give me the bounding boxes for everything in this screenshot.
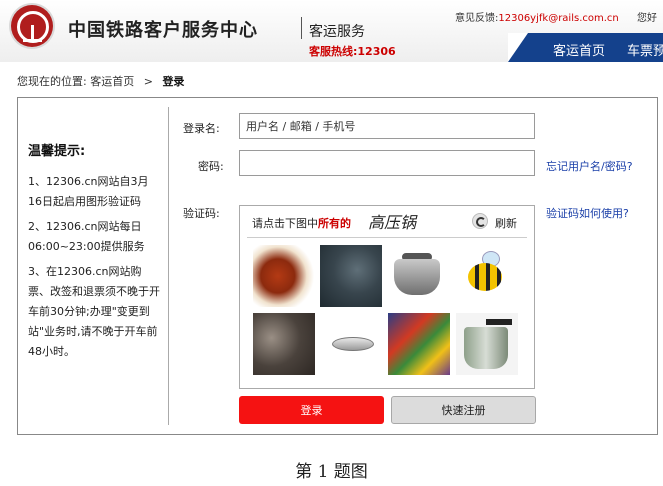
dish-plate-image[interactable] [320, 313, 382, 375]
breadcrumb-separator: > [143, 75, 153, 88]
section-title: 客运服务 [309, 24, 365, 40]
railway-logo-icon[interactable] [11, 5, 53, 47]
breadcrumb-prefix: 您现在的位置: [17, 75, 87, 88]
refresh-icon [472, 213, 488, 229]
captcha-instruction-emphasis: 所有的 [318, 217, 351, 230]
pressure-cooker-image[interactable] [456, 313, 518, 375]
refresh-label: 刷新 [495, 217, 517, 230]
username-label: 登录名: [183, 122, 220, 135]
breadcrumb-link-home[interactable]: 客运首页 [90, 75, 134, 88]
captcha-refresh-button[interactable]: 刷新 [472, 213, 524, 231]
breadcrumb: 您现在的位置: 客运首页 > 登录 [17, 73, 184, 89]
tip-item: 1、12306.cn网站自3月16日起启用图形验证码 [28, 175, 149, 208]
login-button[interactable]: 登录 [239, 396, 384, 424]
nav-item-tickets[interactable]: 车票预 [627, 40, 663, 59]
password-input[interactable] [239, 150, 535, 176]
site-title: 中国铁路客户服务中心 [68, 20, 258, 41]
title-divider [301, 17, 302, 39]
figure-caption: 第 1 题图 [295, 462, 368, 482]
username-input[interactable] [239, 113, 535, 139]
tips-title: 温馨提示: [28, 144, 86, 159]
nav-item-home[interactable]: 客运首页 [553, 40, 605, 59]
password-label: 密码: [198, 160, 224, 173]
dark-texture-image[interactable] [320, 245, 382, 307]
captcha-help-link[interactable]: 验证码如何使用? [546, 205, 629, 221]
feedback-email-link[interactable]: 12306yjfk@rails.com.cn [498, 13, 618, 24]
feedback-label: 意见反馈: [455, 13, 499, 24]
forgot-password-link[interactable]: 忘记用户名/密码? [546, 158, 633, 174]
panel-divider [168, 107, 169, 425]
colorful-paint-image[interactable] [388, 313, 450, 375]
tip-item: 2、12306.cn网站每日06:00~23:00提供服务 [28, 220, 145, 253]
captcha-instruction-prefix: 请点击下图中 [252, 217, 318, 230]
quick-register-button[interactable]: 快速注册 [391, 396, 536, 424]
captcha-label: 验证码: [183, 207, 220, 220]
greeting-text: 您好 [637, 13, 657, 24]
chili-dish-image[interactable] [253, 245, 315, 307]
captcha-target-word: 高压锅 [368, 213, 417, 232]
service-hotline: 客服热线:12306 [309, 45, 396, 58]
bee-cartoon-image[interactable] [456, 245, 518, 307]
pressure-cooker-image[interactable] [388, 245, 450, 307]
captcha-divider [247, 237, 527, 238]
tip-item: 3、在12306.cn网站购票、改签和退票须不晚于开车前30分钟;办理"变更到站… [28, 265, 160, 358]
breadcrumb-current: 登录 [162, 75, 185, 88]
dark-stone-image[interactable] [253, 313, 315, 375]
feedback-info: 意见反馈:12306yjfk@rails.com.cn [455, 9, 619, 24]
captcha-instruction: 请点击下图中所有的 [252, 215, 351, 231]
